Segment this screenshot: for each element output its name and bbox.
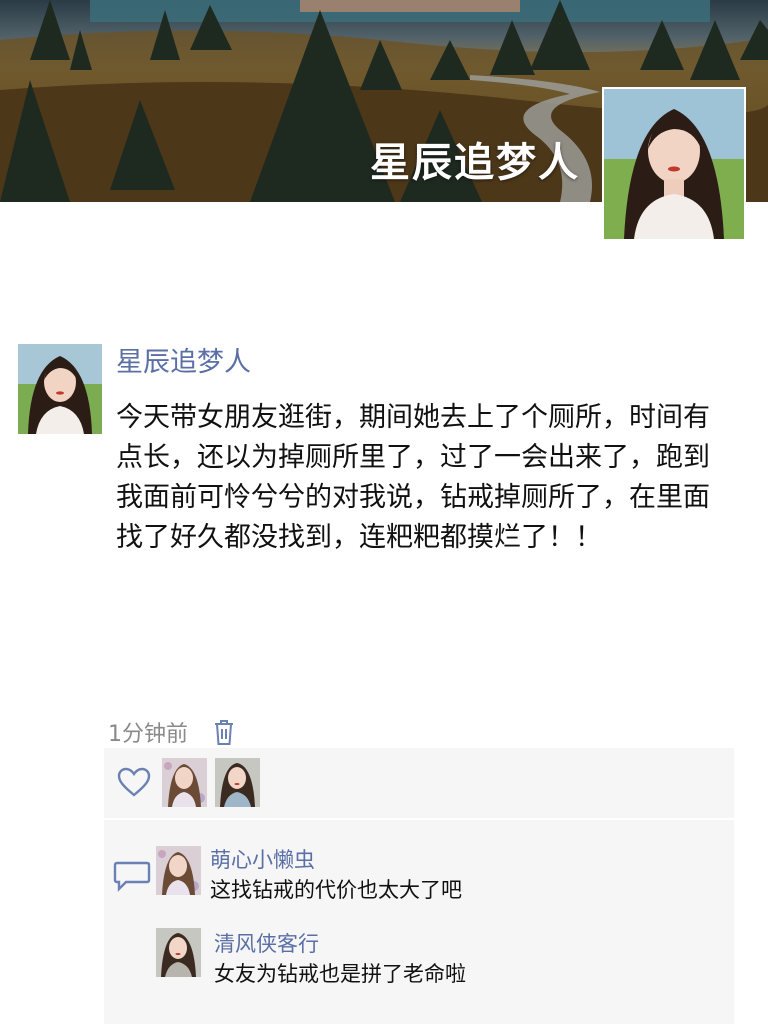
comment-text: 这找钻戒的代价也太大了吧 (210, 878, 462, 902)
post-author-name[interactable]: 星辰追梦人 (116, 340, 251, 379)
like-avatar[interactable] (215, 757, 260, 807)
comment-icon (112, 860, 152, 892)
commenter-name[interactable]: 萌心小懒虫 (210, 844, 315, 874)
divider (104, 818, 734, 820)
comment-item: 清风侠客行 女友为钻戒也是拼了老命啦 (104, 924, 734, 994)
commenter-name[interactable]: 清风侠客行 (214, 928, 319, 958)
comment-text: 女友为钻戒也是拼了老命啦 (214, 962, 466, 986)
like-avatar[interactable] (162, 757, 207, 807)
trash-icon[interactable] (212, 717, 236, 747)
profile-avatar[interactable] (602, 87, 746, 241)
likes-row (104, 748, 734, 816)
post-meta: 1分钟前 (108, 716, 236, 748)
commenter-avatar[interactable] (156, 846, 201, 895)
author-avatar[interactable] (18, 344, 102, 434)
comment-item: 萌心小懒虫 这找钻戒的代价也太大了吧 (104, 840, 734, 910)
post-time: 1分钟前 (108, 722, 188, 747)
heart-icon[interactable] (114, 762, 154, 802)
interaction-panel: 萌心小懒虫 这找钻戒的代价也太大了吧 清风侠客行 女友为钻戒也是拼了老命啦 (104, 748, 734, 1024)
post-content: 今天带女朋友逛街，期间她去上了个厕所，时间有点长，还以为掉厕所里了，过了一会出来… (116, 402, 710, 553)
cover-title: 星辰追梦人 (370, 140, 580, 186)
commenter-avatar[interactable] (156, 928, 201, 977)
